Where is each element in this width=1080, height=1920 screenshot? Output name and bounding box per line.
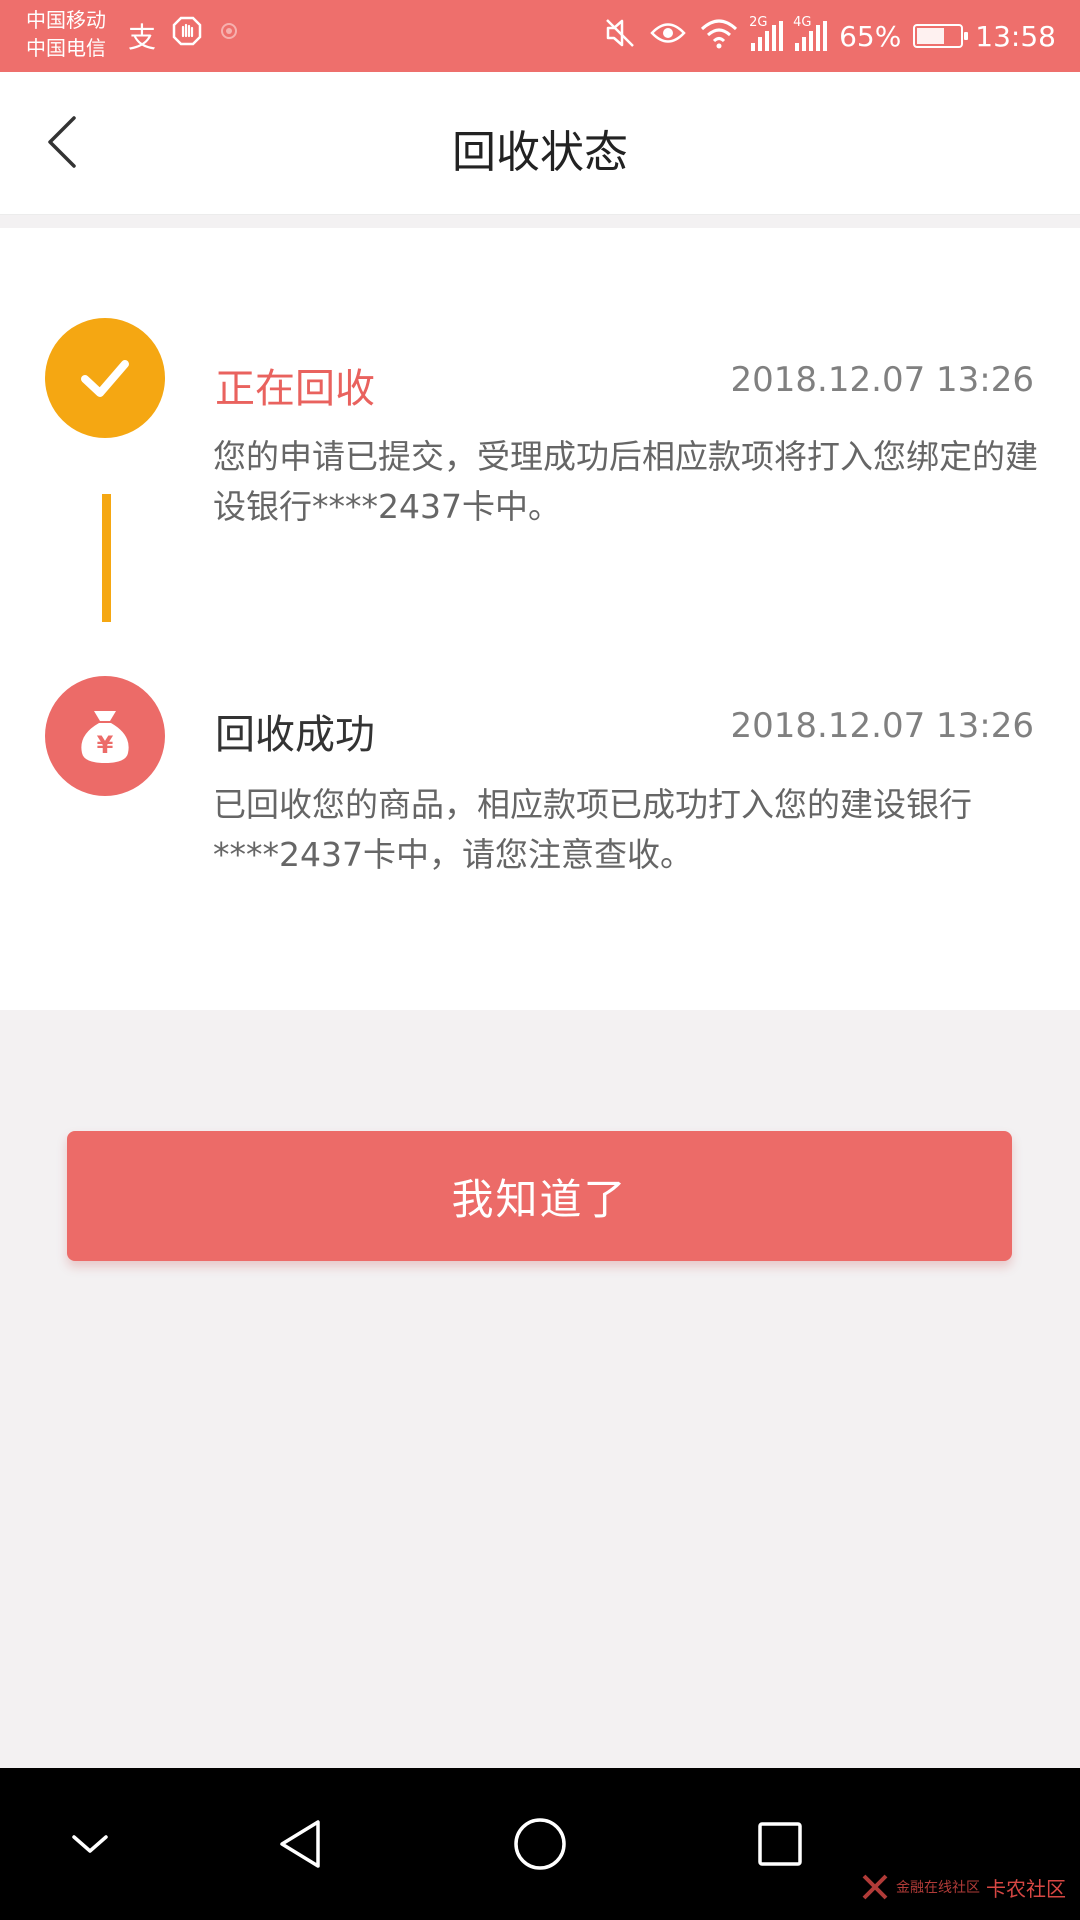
money-bag-icon: ¥ [81, 711, 129, 763]
step-description: 您的申请已提交，受理成功后相应款项将打入您绑定的建设银行****2437卡中。 [213, 437, 1038, 526]
money-bag-glyph: ¥ [97, 731, 114, 759]
carrier-2-label: 中国电信 [26, 36, 106, 60]
alipay-icon: 支 [128, 21, 157, 54]
timeline-connector [102, 494, 111, 622]
step-status-circle: ¥ [45, 676, 165, 796]
kanong-logo-icon [862, 1874, 888, 1900]
step-status-circle [45, 318, 165, 438]
check-icon [81, 360, 129, 397]
watermark-subtext: 金融在线社区 [896, 1880, 980, 1896]
got-it-button[interactable]: 我知道了 [67, 1131, 1012, 1261]
step-title: 正在回收 [215, 366, 375, 412]
collapse-nav-button[interactable] [50, 1812, 130, 1876]
status-time: 13:58 [975, 19, 1056, 53]
watermark: 金融在线社区 卡农社区 [860, 1872, 1066, 1902]
battery-icon [913, 24, 969, 48]
back-triangle-icon [280, 1820, 320, 1868]
home-nav-button[interactable] [500, 1812, 580, 1876]
wifi-icon [699, 17, 739, 56]
carrier-labels: 中国移动 中国电信 [26, 6, 106, 62]
hand-icon [172, 16, 202, 56]
signal-icon: 4G [793, 15, 828, 51]
signal-icon: 2G [749, 15, 784, 51]
carrier-1-label: 中国移动 [26, 8, 106, 32]
recents-square-icon [758, 1822, 802, 1866]
status-right-icons: 2G 4G 65% 13:58 [603, 12, 1056, 60]
back-nav-button[interactable] [260, 1812, 340, 1876]
navigation-bar: 金融在线社区 卡农社区 [0, 1768, 1080, 1920]
signal-2-label: 4G [793, 15, 812, 30]
notification-dot-icon [218, 16, 240, 56]
chevron-down-icon [72, 1835, 108, 1853]
timeline-card: 正在回收 2018.12.07 13:26 您的申请已提交，受理成功后相应款项将… [0, 228, 1080, 1010]
status-left-icons: 支 [128, 16, 240, 56]
mute-icon [603, 16, 637, 57]
step-time: 2018.12.07 13:26 [730, 706, 1034, 746]
step-title: 回收成功 [215, 712, 375, 758]
home-circle-icon [514, 1818, 566, 1870]
status-bar: 中国移动 中国电信 支 2G 4G 65% 13:58 [0, 0, 1080, 72]
step-description: 已回收您的商品，相应款项已成功打入您的建设银行****2437卡中，请您注意查收… [213, 785, 972, 874]
recents-nav-button[interactable] [740, 1812, 820, 1876]
battery-percent: 65% [839, 19, 902, 53]
page-title: 回收状态 [452, 127, 628, 178]
step-time: 2018.12.07 13:26 [730, 360, 1034, 400]
eye-icon [649, 18, 687, 55]
page-header: 回收状态 [0, 72, 1080, 215]
signal-1-label: 2G [749, 15, 768, 30]
watermark-text: 卡农社区 [986, 1876, 1066, 1901]
